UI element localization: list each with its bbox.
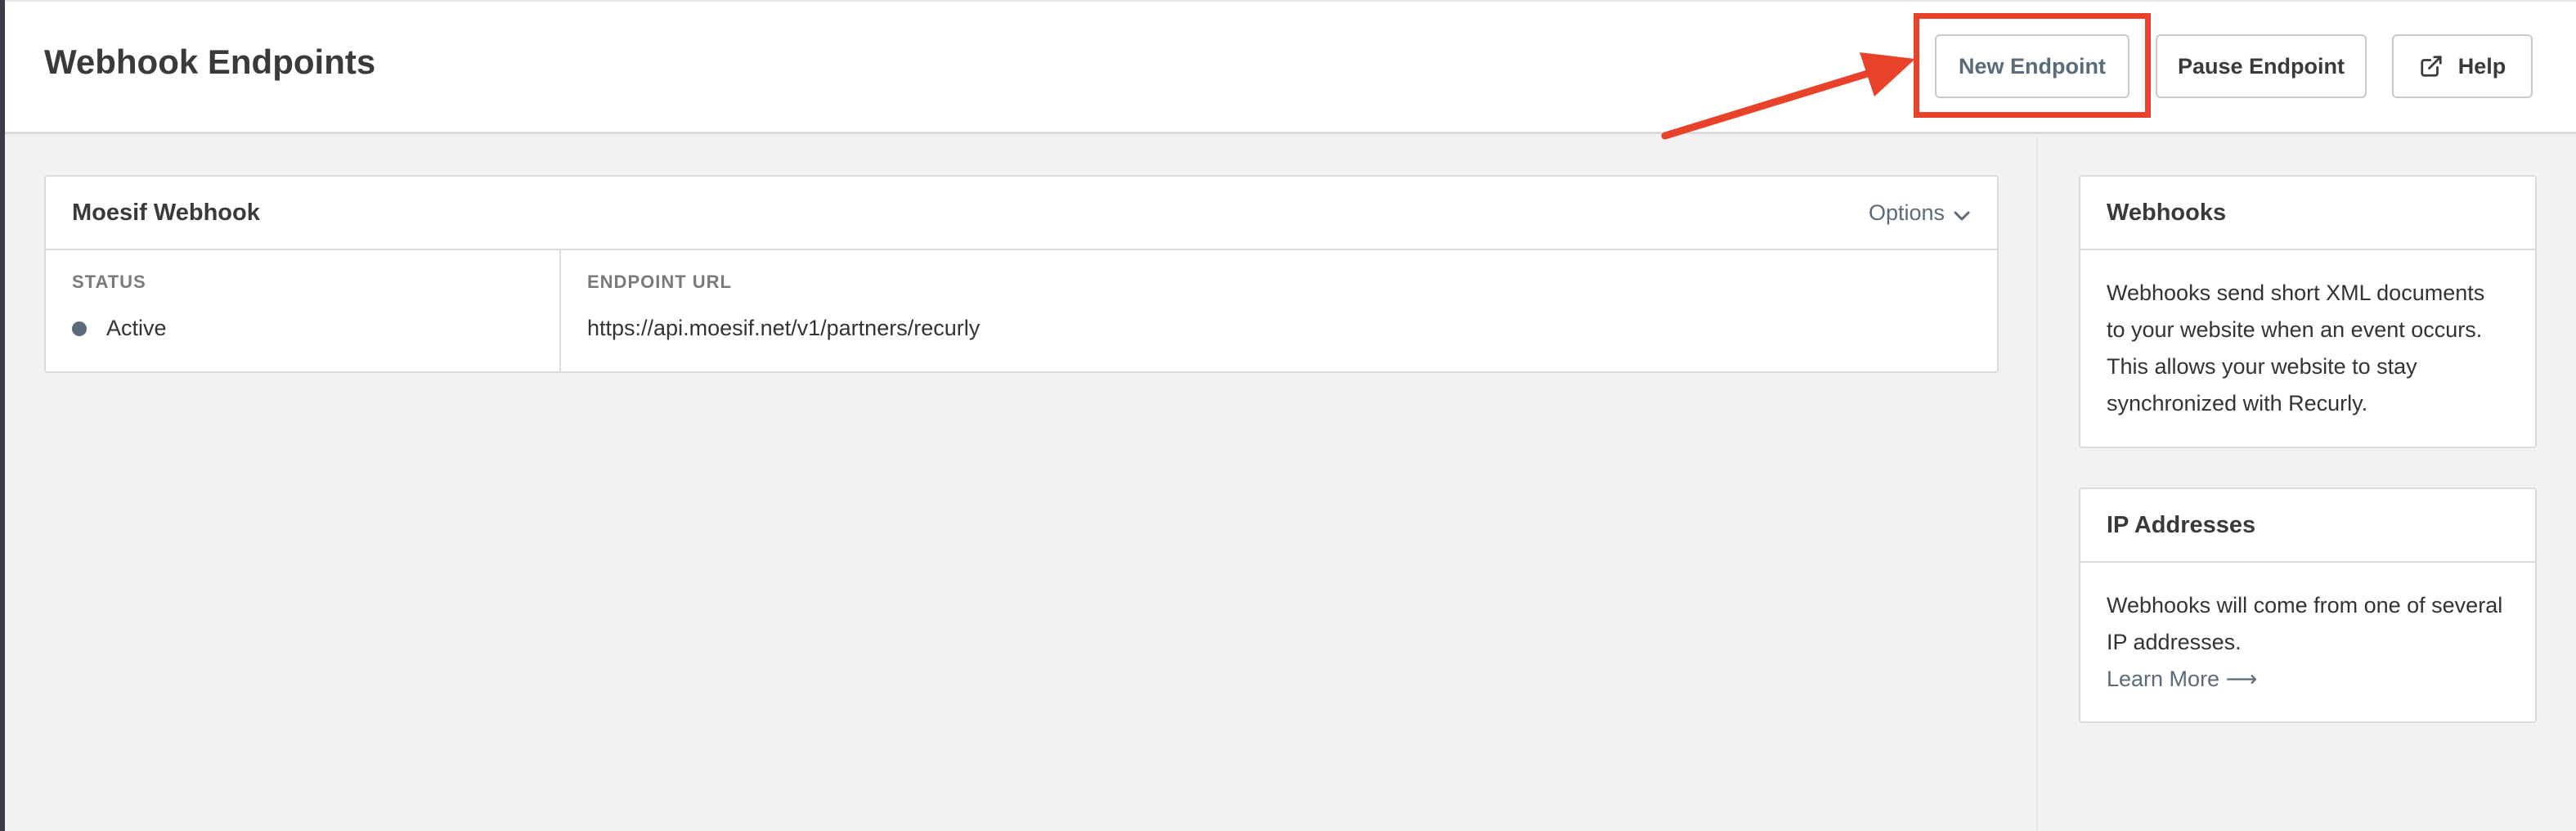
ip-addresses-card: IP Addresses Webhooks will come from one… xyxy=(2079,487,2537,723)
learn-more-link[interactable]: Learn More ⟶ xyxy=(2107,661,2509,698)
status-text: Active xyxy=(106,316,167,340)
help-button[interactable]: Help xyxy=(2392,34,2533,98)
webhooks-info-body: Webhooks send short XML documents to you… xyxy=(2107,281,2485,416)
page-title: Webhook Endpoints xyxy=(44,43,376,81)
ip-addresses-text: Webhooks will come from one of several I… xyxy=(2107,593,2503,654)
ip-addresses-title: IP Addresses xyxy=(2107,511,2256,538)
ip-addresses-header: IP Addresses xyxy=(2080,489,2535,563)
status-cell: STATUS Active xyxy=(46,250,561,371)
options-label: Options xyxy=(1868,200,1945,225)
endpoint-url-cell: ENDPOINT URL https://api.moesif.net/v1/p… xyxy=(561,250,1997,371)
webhooks-info-title: Webhooks xyxy=(2107,199,2227,226)
ip-addresses-body: Webhooks will come from one of several I… xyxy=(2080,563,2535,722)
endpoint-name: Moesif Webhook xyxy=(72,199,260,226)
webhooks-info-card: Webhooks Webhooks send short XML documen… xyxy=(2079,175,2537,448)
endpoint-card-header: Moesif Webhook Options xyxy=(46,177,1997,250)
options-dropdown[interactable]: Options xyxy=(1869,200,1971,226)
chevron-down-icon xyxy=(1954,211,1970,221)
endpoint-url-label: ENDPOINT URL xyxy=(587,272,732,292)
endpoint-url-value: https://api.moesif.net/v1/partners/recur… xyxy=(587,316,981,340)
webhooks-info-header: Webhooks xyxy=(2080,177,2535,250)
help-button-label: Help xyxy=(2457,53,2506,79)
pause-endpoint-button[interactable]: Pause Endpoint xyxy=(2156,34,2367,98)
status-value: Active xyxy=(72,316,533,341)
annotation-highlight-box xyxy=(1914,13,2151,118)
annotation-arrow xyxy=(1661,52,1915,140)
column-divider xyxy=(2036,137,2038,831)
status-label: STATUS xyxy=(72,272,146,292)
endpoint-details-row: STATUS Active ENDPOINT URL https://api.m… xyxy=(46,250,1997,371)
endpoint-card: Moesif Webhook Options STATUS Active END… xyxy=(44,175,1999,373)
status-dot xyxy=(72,321,87,336)
external-link-icon xyxy=(2421,56,2442,77)
